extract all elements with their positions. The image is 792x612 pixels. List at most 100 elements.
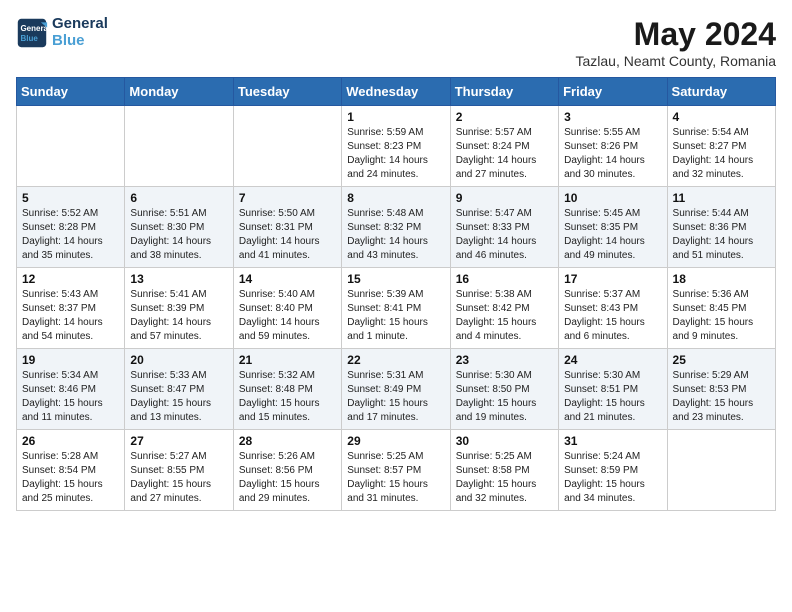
calendar-cell: 7 Sunrise: 5:50 AM Sunset: 8:31 PM Daylig… bbox=[233, 187, 341, 268]
day-content: Sunrise: 5:32 AM Sunset: 8:48 PM Dayligh… bbox=[239, 369, 336, 425]
calendar-week-row: 1 Sunrise: 5:59 AM Sunset: 8:23 PM Daylig… bbox=[17, 106, 776, 187]
day-content: Sunrise: 5:24 AM Sunset: 8:59 PM Dayligh… bbox=[564, 450, 661, 506]
day-content: Sunrise: 5:45 AM Sunset: 8:35 PM Dayligh… bbox=[564, 207, 661, 263]
day-content: Sunrise: 5:50 AM Sunset: 8:31 PM Dayligh… bbox=[239, 207, 336, 263]
col-header-wednesday: Wednesday bbox=[342, 78, 450, 106]
month-year-title: May 2024 bbox=[576, 16, 777, 53]
logo-text-blue: Blue bbox=[52, 33, 108, 50]
day-content: Sunrise: 5:36 AM Sunset: 8:45 PM Dayligh… bbox=[673, 288, 770, 344]
day-number: 2 bbox=[456, 110, 553, 124]
calendar-cell: 18 Sunrise: 5:36 AM Sunset: 8:45 PM Dayli… bbox=[667, 268, 775, 349]
calendar-table: SundayMondayTuesdayWednesdayThursdayFrid… bbox=[16, 77, 776, 511]
col-header-tuesday: Tuesday bbox=[233, 78, 341, 106]
calendar-cell: 9Sunrise: 5:47 AM Sunset: 8:33 PM Daylig… bbox=[450, 187, 558, 268]
calendar-cell: 30 Sunrise: 5:25 AM Sunset: 8:58 PM Dayli… bbox=[450, 430, 558, 511]
day-content: Sunrise: 5:30 AM Sunset: 8:50 PM Dayligh… bbox=[456, 369, 553, 425]
calendar-cell: 24Sunrise: 5:30 AM Sunset: 8:51 PM Dayli… bbox=[559, 349, 667, 430]
col-header-saturday: Saturday bbox=[667, 78, 775, 106]
calendar-cell: 22 Sunrise: 5:31 AM Sunset: 8:49 PM Dayli… bbox=[342, 349, 450, 430]
title-block: May 2024 Tazlau, Neamt County, Romania bbox=[576, 16, 777, 69]
calendar-cell: 2Sunrise: 5:57 AM Sunset: 8:24 PM Daylig… bbox=[450, 106, 558, 187]
day-number: 17 bbox=[564, 272, 661, 286]
day-number: 22 bbox=[347, 353, 444, 367]
svg-text:General: General bbox=[20, 24, 48, 33]
day-content: Sunrise: 5:43 AM Sunset: 8:37 PM Dayligh… bbox=[22, 288, 119, 344]
calendar-cell: 10 Sunrise: 5:45 AM Sunset: 8:35 PM Dayli… bbox=[559, 187, 667, 268]
day-number: 27 bbox=[130, 434, 227, 448]
day-number: 6 bbox=[130, 191, 227, 205]
day-content: Sunrise: 5:48 AM Sunset: 8:32 PM Dayligh… bbox=[347, 207, 444, 263]
day-number: 26 bbox=[22, 434, 119, 448]
day-number: 10 bbox=[564, 191, 661, 205]
day-content: Sunrise: 5:51 AM Sunset: 8:30 PM Dayligh… bbox=[130, 207, 227, 263]
day-content: Sunrise: 5:26 AM Sunset: 8:56 PM Dayligh… bbox=[239, 450, 336, 506]
day-content: Sunrise: 5:41 AM Sunset: 8:39 PM Dayligh… bbox=[130, 288, 227, 344]
calendar-cell: 26 Sunrise: 5:28 AM Sunset: 8:54 PM Dayli… bbox=[17, 430, 125, 511]
day-content: Sunrise: 5:27 AM Sunset: 8:55 PM Dayligh… bbox=[130, 450, 227, 506]
calendar-cell: 6 Sunrise: 5:51 AM Sunset: 8:30 PM Daylig… bbox=[125, 187, 233, 268]
col-header-sunday: Sunday bbox=[17, 78, 125, 106]
calendar-cell: 25Sunrise: 5:29 AM Sunset: 8:53 PM Dayli… bbox=[667, 349, 775, 430]
calendar-cell: 12 Sunrise: 5:43 AM Sunset: 8:37 PM Dayli… bbox=[17, 268, 125, 349]
calendar-week-row: 19 Sunrise: 5:34 AM Sunset: 8:46 PM Dayli… bbox=[17, 349, 776, 430]
calendar-cell: 4 Sunrise: 5:54 AM Sunset: 8:27 PM Daylig… bbox=[667, 106, 775, 187]
calendar-cell: 23 Sunrise: 5:30 AM Sunset: 8:50 PM Dayli… bbox=[450, 349, 558, 430]
calendar-cell bbox=[667, 430, 775, 511]
col-header-friday: Friday bbox=[559, 78, 667, 106]
day-number: 13 bbox=[130, 272, 227, 286]
day-content: Sunrise: 5:37 AM Sunset: 8:43 PM Dayligh… bbox=[564, 288, 661, 344]
calendar-cell: 20Sunrise: 5:33 AM Sunset: 8:47 PM Dayli… bbox=[125, 349, 233, 430]
calendar-cell: 19 Sunrise: 5:34 AM Sunset: 8:46 PM Dayli… bbox=[17, 349, 125, 430]
day-content: Sunrise: 5:54 AM Sunset: 8:27 PM Dayligh… bbox=[673, 126, 770, 182]
calendar-cell: 17 Sunrise: 5:37 AM Sunset: 8:43 PM Dayli… bbox=[559, 268, 667, 349]
day-number: 7 bbox=[239, 191, 336, 205]
logo: General Blue General Blue bbox=[16, 16, 108, 49]
day-content: Sunrise: 5:31 AM Sunset: 8:49 PM Dayligh… bbox=[347, 369, 444, 425]
day-number: 19 bbox=[22, 353, 119, 367]
calendar-week-row: 26 Sunrise: 5:28 AM Sunset: 8:54 PM Dayli… bbox=[17, 430, 776, 511]
calendar-cell: 11 Sunrise: 5:44 AM Sunset: 8:36 PM Dayli… bbox=[667, 187, 775, 268]
day-content: Sunrise: 5:30 AM Sunset: 8:51 PM Dayligh… bbox=[564, 369, 661, 425]
day-number: 23 bbox=[456, 353, 553, 367]
day-content: Sunrise: 5:28 AM Sunset: 8:54 PM Dayligh… bbox=[22, 450, 119, 506]
day-number: 29 bbox=[347, 434, 444, 448]
logo-icon: General Blue bbox=[16, 17, 48, 49]
col-header-monday: Monday bbox=[125, 78, 233, 106]
day-number: 18 bbox=[673, 272, 770, 286]
day-number: 4 bbox=[673, 110, 770, 124]
day-content: Sunrise: 5:40 AM Sunset: 8:40 PM Dayligh… bbox=[239, 288, 336, 344]
calendar-cell: 16 Sunrise: 5:38 AM Sunset: 8:42 PM Dayli… bbox=[450, 268, 558, 349]
day-number: 1 bbox=[347, 110, 444, 124]
day-content: Sunrise: 5:47 AM Sunset: 8:33 PM Dayligh… bbox=[456, 207, 553, 263]
calendar-cell: 28Sunrise: 5:26 AM Sunset: 8:56 PM Dayli… bbox=[233, 430, 341, 511]
day-number: 16 bbox=[456, 272, 553, 286]
day-content: Sunrise: 5:59 AM Sunset: 8:23 PM Dayligh… bbox=[347, 126, 444, 182]
day-number: 21 bbox=[239, 353, 336, 367]
calendar-cell bbox=[17, 106, 125, 187]
day-number: 25 bbox=[673, 353, 770, 367]
calendar-cell: 27 Sunrise: 5:27 AM Sunset: 8:55 PM Dayli… bbox=[125, 430, 233, 511]
logo-text-general: General bbox=[52, 16, 108, 33]
calendar-cell bbox=[233, 106, 341, 187]
calendar-cell: 3Sunrise: 5:55 AM Sunset: 8:26 PM Daylig… bbox=[559, 106, 667, 187]
calendar-cell: 14 Sunrise: 5:40 AM Sunset: 8:40 PM Dayli… bbox=[233, 268, 341, 349]
day-content: Sunrise: 5:25 AM Sunset: 8:58 PM Dayligh… bbox=[456, 450, 553, 506]
day-content: Sunrise: 5:55 AM Sunset: 8:26 PM Dayligh… bbox=[564, 126, 661, 182]
day-number: 5 bbox=[22, 191, 119, 205]
day-content: Sunrise: 5:52 AM Sunset: 8:28 PM Dayligh… bbox=[22, 207, 119, 263]
day-content: Sunrise: 5:44 AM Sunset: 8:36 PM Dayligh… bbox=[673, 207, 770, 263]
day-number: 11 bbox=[673, 191, 770, 205]
day-number: 12 bbox=[22, 272, 119, 286]
calendar-cell: 21 Sunrise: 5:32 AM Sunset: 8:48 PM Dayli… bbox=[233, 349, 341, 430]
col-header-thursday: Thursday bbox=[450, 78, 558, 106]
day-content: Sunrise: 5:38 AM Sunset: 8:42 PM Dayligh… bbox=[456, 288, 553, 344]
day-content: Sunrise: 5:34 AM Sunset: 8:46 PM Dayligh… bbox=[22, 369, 119, 425]
day-number: 30 bbox=[456, 434, 553, 448]
calendar-cell: 31 Sunrise: 5:24 AM Sunset: 8:59 PM Dayli… bbox=[559, 430, 667, 511]
day-number: 14 bbox=[239, 272, 336, 286]
calendar-cell: 8Sunrise: 5:48 AM Sunset: 8:32 PM Daylig… bbox=[342, 187, 450, 268]
calendar-cell: 1 Sunrise: 5:59 AM Sunset: 8:23 PM Daylig… bbox=[342, 106, 450, 187]
day-number: 31 bbox=[564, 434, 661, 448]
day-content: Sunrise: 5:25 AM Sunset: 8:57 PM Dayligh… bbox=[347, 450, 444, 506]
calendar-header-row: SundayMondayTuesdayWednesdayThursdayFrid… bbox=[17, 78, 776, 106]
